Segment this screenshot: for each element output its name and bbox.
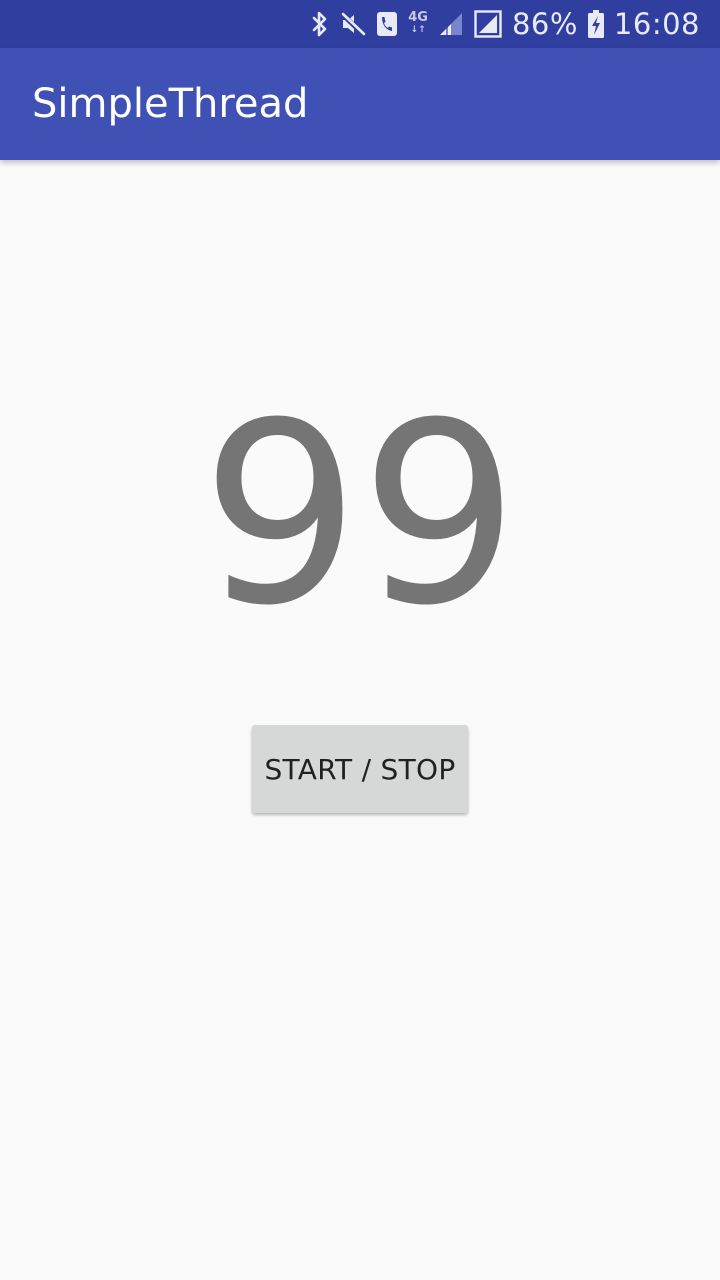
battery-percent: 86%	[511, 7, 578, 41]
bluetooth-icon	[310, 10, 330, 38]
signal-weak-icon	[438, 11, 464, 37]
status-icons: 4G ↓↑ 86% 16:08	[310, 0, 700, 48]
status-bar: 4G ↓↑ 86% 16:08	[0, 0, 720, 48]
start-stop-button[interactable]: START / STOP	[252, 725, 468, 813]
counter-display: 99	[200, 369, 520, 660]
battery-charging-icon	[587, 10, 604, 38]
network-type-label: 4G	[408, 10, 428, 25]
call-icon	[376, 11, 398, 37]
status-clock: 16:08	[613, 7, 700, 41]
signal-full-icon	[474, 10, 502, 38]
mute-icon	[340, 11, 366, 37]
app-bar: SimpleThread	[0, 48, 720, 160]
app-title: SimpleThread	[32, 81, 309, 127]
network-4g-icon: 4G ↓↑	[408, 10, 428, 35]
